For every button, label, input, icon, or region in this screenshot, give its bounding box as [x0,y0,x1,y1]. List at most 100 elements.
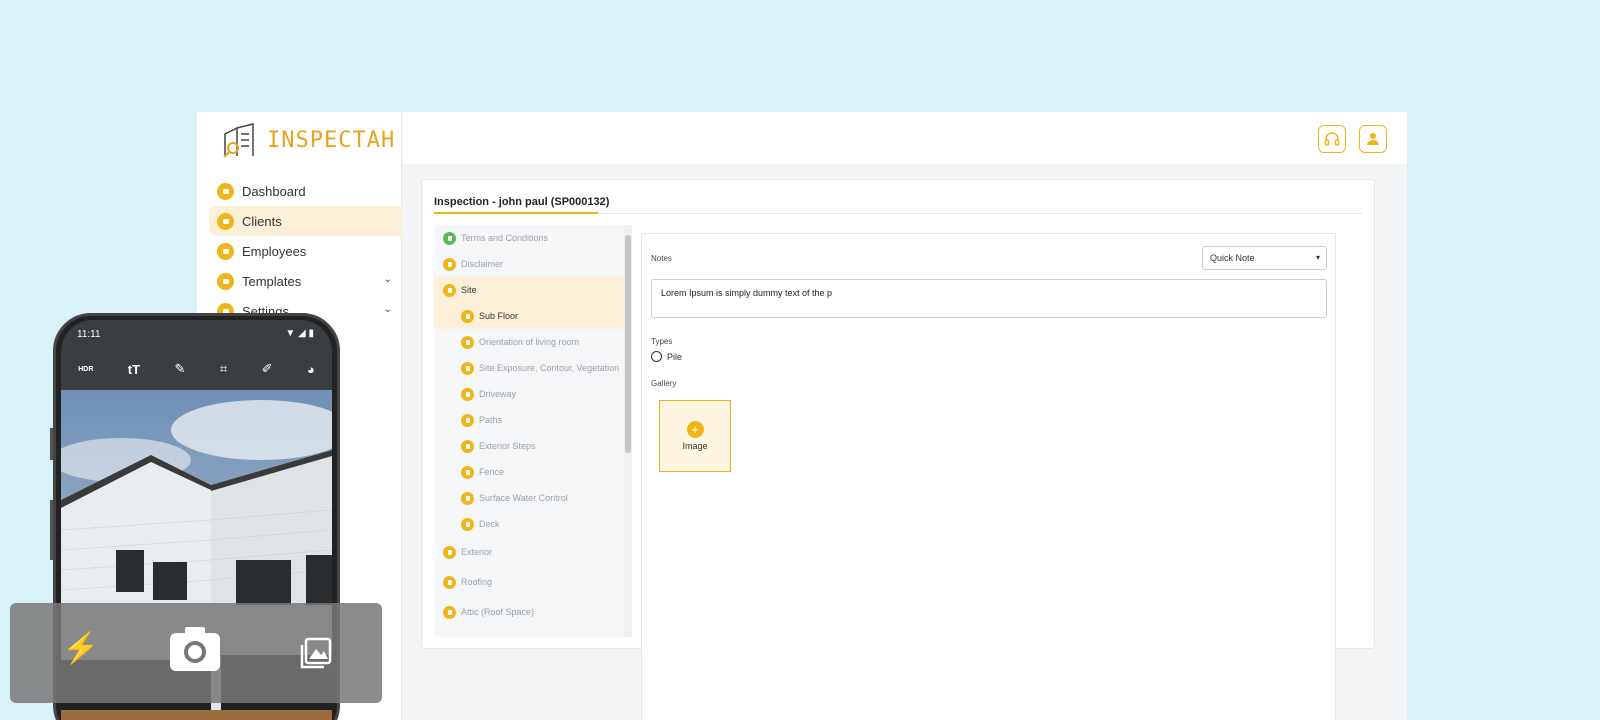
hdr-icon[interactable]: HDR [78,366,93,373]
eyedropper-icon[interactable]: ✐ [262,361,273,377]
chevron-down-icon: ▾ [1315,253,1320,262]
pencil-icon[interactable]: ✎ [175,361,186,377]
logo[interactable]: INSPECTAH [221,118,395,162]
building-logo-icon [223,123,254,158]
tree-item[interactable]: Exterior [434,537,632,567]
tree-item[interactable]: Deck [434,511,632,537]
add-image-button[interactable]: + Image [659,400,731,472]
camera-shutter-button[interactable] [168,623,222,677]
document-icon [461,413,474,427]
tree-item-label: Orientation of living room [479,337,580,347]
document-icon [443,545,456,559]
inspection-card: Inspection - john paul (SP000132) Terms … [421,179,1375,720]
tree-item[interactable]: Fence [434,459,632,485]
user-icon [1367,133,1379,145]
sidebar-item-label: Employees [242,243,307,259]
chevron-down-icon[interactable]: ⌄ [384,304,392,315]
document-icon [443,575,456,589]
tree-item-label: Paths [479,415,503,425]
document-icon [461,465,474,479]
tree-item-label: Roofing [461,577,493,587]
text-size-icon[interactable]: tT [128,362,140,377]
palette-icon[interactable]: ◕ [307,362,315,377]
document-icon [461,361,474,375]
type-option-pile[interactable]: Pile [651,351,682,362]
gallery-label: Gallery [651,379,677,388]
document-icon [443,605,456,619]
sidebar-item-dashboard[interactable]: Dashboard [197,176,402,206]
headset-icon [1324,132,1340,146]
radio-label: Pile [667,351,683,362]
tree-item-label: Deck [479,519,500,529]
notes-label: Notes [651,254,672,263]
tree-item-label: Site Exposure, Contour, Vegetation [479,363,620,373]
tree-item-label: Sub Floor [479,311,519,321]
tree-item[interactable]: Paths [434,407,632,433]
sidebar-nav: Dashboard Clients Employees Templates ⌄ … [197,176,402,326]
tree-item-label: Exterior [461,547,493,557]
tree-item[interactable]: Roofing [434,567,632,597]
document-icon [461,517,474,531]
tree-item[interactable]: Exterior Steps [434,433,632,459]
tree-item-label: Exterior Steps [479,441,536,451]
title-underline [434,212,598,214]
home-icon [217,242,234,260]
tree-item-label: Disclaimer [461,259,504,269]
document-icon [443,283,456,297]
document-icon [461,491,474,505]
tree-item[interactable]: Driveway [434,381,632,407]
tree-item[interactable]: Disclaimer [434,251,632,277]
tree-item-label: Site [461,285,477,295]
tree-scrollbar[interactable] [624,225,632,637]
tree-item[interactable]: Sub Floor [434,303,632,329]
sidebar-item-label: Clients [242,213,282,229]
page-title: Inspection - john paul (SP000132) [434,196,610,208]
support-button[interactable] [1318,125,1346,153]
tree-item-label: Terms and Conditions [461,233,549,243]
document-icon [461,335,474,349]
tree-item-label: Fence [479,467,505,477]
section-tree: Terms and Conditions Disclaimer Site Sub… [434,225,632,637]
gallery-icon[interactable] [300,637,332,669]
tree-item[interactable]: Terms and Conditions [434,225,632,251]
plus-icon: + [686,421,704,438]
document-icon [461,309,474,323]
logo-text: INSPECTAH [267,127,396,153]
tree-item[interactable]: Site Exposure, Contour, Vegetation [434,355,632,381]
tree-item-label: Attic (Roof Space) [461,607,535,617]
document-icon [443,231,456,245]
quick-note-value: Quick Note [1210,253,1255,263]
types-label: Types [651,337,673,346]
document-icon [443,257,456,271]
inspection-form: Notes Quick Note ▾ Lorem Ipsum is simply… [641,233,1336,720]
flash-auto-icon[interactable]: ⚡ [62,631,99,666]
sidebar-item-label: Dashboard [242,183,306,199]
home-icon [217,182,234,200]
camera-controls: ⚡ [10,603,382,703]
sidebar-item-templates[interactable]: Templates ⌄ [197,266,402,296]
sidebar-item-employees[interactable]: Employees [197,236,402,266]
scrollbar-thumb[interactable] [625,235,631,453]
document-icon [461,387,474,401]
document-icon [461,439,474,453]
chevron-down-icon[interactable]: ⌄ [384,274,392,285]
sidebar-item-clients[interactable]: Clients [209,206,402,236]
top-bar [403,112,1407,164]
tree-item[interactable]: Surface Water Control [434,485,632,511]
tree-item[interactable]: Attic (Roof Space) [434,597,632,627]
notes-textarea[interactable]: Lorem Ipsum is simply dummy text of the … [651,279,1327,318]
tree-item-label: Driveway [479,389,517,399]
quick-note-select[interactable]: Quick Note ▾ [1202,246,1327,270]
radio-button[interactable] [651,351,662,362]
signal-battery-icon: ▼ ◢ ▮ [285,328,314,339]
profile-button[interactable] [1359,125,1387,153]
home-icon [217,212,234,230]
home-icon [217,272,234,290]
tree-item[interactable]: Orientation of living room [434,329,632,355]
sidebar-item-label: Templates [242,273,302,289]
photo-edit-toolbar: HDR tT ✎ ⌗ ✐ ◕ [61,348,332,390]
add-image-label: Image [682,441,708,451]
crop-icon[interactable]: ⌗ [220,361,227,377]
tree-item-label: Surface Water Control [479,493,568,503]
tree-item[interactable]: Site [434,277,632,303]
